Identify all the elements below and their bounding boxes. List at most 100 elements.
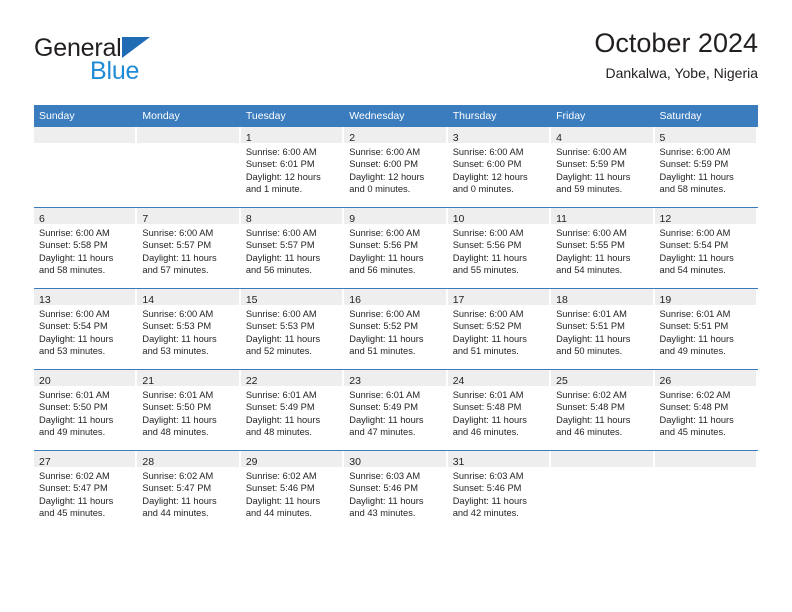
- calendar-day-cell[interactable]: 18 Sunrise: 6:01 AM Sunset: 5:51 PM Dayligh…: [551, 288, 655, 370]
- calendar-day-cell[interactable]: 31 Sunrise: 6:03 AM Sunset: 5:46 PM Dayligh…: [447, 450, 552, 531]
- calendar-day-cell[interactable]: 12 Sunrise: 6:00 AM Sunset: 5:54 PM Dayligh…: [654, 207, 758, 289]
- calendar-day-cell[interactable]: 4 Sunrise: 6:00 AM Sunset: 5:59 PM Daylight…: [551, 127, 654, 208]
- day-detail-text: Sunrise: 6:00 AM Sunset: 5:57 PM Daylight:…: [241, 224, 344, 277]
- day-detail-line: and 54 minutes.: [659, 265, 726, 276]
- calendar-day-cell[interactable]: 20 Sunrise: 6:01 AM Sunset: 5:50 PM Dayligh…: [34, 369, 138, 451]
- day-number: 12: [659, 213, 672, 225]
- day-number: 24: [452, 375, 465, 387]
- day-detail-line: and 45 minutes.: [659, 427, 726, 438]
- weekday-header-row: Sunday Monday Tuesday Wednesday Thursday Frid…: [34, 105, 758, 127]
- calendar-day-cell[interactable]: 26 Sunrise: 6:02 AM Sunset: 5:48 PM Dayligh…: [654, 369, 758, 451]
- calendar-day-cell[interactable]: 19 Sunrise: 6:01 AM Sunset: 5:51 PM Dayligh…: [654, 288, 758, 370]
- calendar-day-cell[interactable]: 27 Sunrise: 6:02 AM Sunset: 5:47 PM Dayligh…: [34, 450, 138, 531]
- day-detail-line: Sunset: 5:50 PM: [142, 402, 212, 413]
- calendar-day-cell[interactable]: 15 Sunrise: 6:00 AM Sunset: 5:53 PM Dayligh…: [240, 288, 345, 370]
- day-cell-inner: 10 Sunrise: 6:00 AM Sunset: 5:56 PM Dayligh…: [447, 208, 551, 288]
- calendar-day-cell[interactable]: 10 Sunrise: 6:00 AM Sunset: 5:56 PM Dayligh…: [447, 207, 552, 289]
- calendar-day-cell[interactable]: 9 Sunrise: 6:00 AM Sunset: 5:56 PM Daylight…: [344, 207, 448, 289]
- calendar-day-cell[interactable]: 3 Sunrise: 6:00 AM Sunset: 6:00 PM Daylight…: [447, 127, 551, 208]
- calendar-day-cell[interactable]: 17 Sunrise: 6:00 AM Sunset: 5:52 PM Dayligh…: [447, 288, 552, 370]
- day-detail-line: Sunrise: 6:01 AM: [659, 309, 731, 319]
- calendar-day-cell[interactable]: 13 Sunrise: 6:00 AM Sunset: 5:54 PM Dayligh…: [34, 288, 138, 370]
- day-detail-line: Sunrise: 6:02 AM: [245, 471, 317, 481]
- calendar-day-cell[interactable]: 30 Sunrise: 6:03 AM Sunset: 5:46 PM Dayligh…: [344, 450, 448, 531]
- day-detail-line: Sunset: 5:56 PM: [452, 240, 522, 251]
- day-detail-text: Sunrise: 6:01 AM Sunset: 5:51 PM Daylight:…: [655, 305, 758, 358]
- day-detail-line: Daylight: 11 hours: [452, 333, 527, 344]
- calendar-day-cell[interactable]: 2 Sunrise: 6:00 AM Sunset: 6:00 PM Daylight…: [344, 127, 447, 208]
- day-detail-text: Sunrise: 6:00 AM Sunset: 6:00 PM Daylight:…: [344, 143, 447, 196]
- day-detail-line: Daylight: 11 hours: [349, 495, 424, 506]
- title-block: October 2024 Dankalwa, Yobe, Nigeria: [594, 26, 758, 83]
- day-detail-line: Sunrise: 6:00 AM: [245, 228, 317, 238]
- calendar-day-cell[interactable]: 16 Sunrise: 6:00 AM Sunset: 5:52 PM Dayligh…: [344, 288, 448, 370]
- calendar-day-cell[interactable]: 21 Sunrise: 6:01 AM Sunset: 5:50 PM Dayligh…: [137, 369, 241, 451]
- calendar-day-cell[interactable]: 1 Sunrise: 6:00 AM Sunset: 6:01 PM Daylight…: [240, 127, 344, 208]
- calendar-day-cell[interactable]: 23 Sunrise: 6:01 AM Sunset: 5:49 PM Dayligh…: [344, 369, 448, 451]
- day-detail-line: Sunrise: 6:00 AM: [452, 309, 524, 319]
- day-cell-inner: 20 Sunrise: 6:01 AM Sunset: 5:50 PM Dayligh…: [34, 370, 137, 450]
- day-detail-line: Sunset: 5:48 PM: [452, 402, 522, 413]
- day-detail-text: Sunrise: 6:01 AM Sunset: 5:49 PM Daylight:…: [241, 386, 344, 439]
- day-detail-text: Sunrise: 6:02 AM Sunset: 5:48 PM Daylight:…: [655, 386, 758, 439]
- calendar-day-cell[interactable]: 8 Sunrise: 6:00 AM Sunset: 5:57 PM Daylight…: [240, 207, 345, 289]
- day-detail-line: Sunset: 5:48 PM: [556, 402, 625, 413]
- calendar-day-cell[interactable]: 11 Sunrise: 6:00 AM Sunset: 5:55 PM Dayligh…: [551, 207, 655, 289]
- day-detail-line: Sunset: 5:52 PM: [452, 321, 522, 332]
- weekday-header-friday: Friday: [551, 105, 655, 127]
- day-number: 11: [556, 213, 568, 225]
- day-detail-line: Sunrise: 6:02 AM: [39, 471, 110, 481]
- day-cell-inner: 8 Sunrise: 6:00 AM Sunset: 5:57 PM Daylight…: [240, 208, 344, 288]
- day-detail-line: Sunrise: 6:01 AM: [556, 309, 627, 319]
- day-detail-line: and 44 minutes.: [142, 508, 209, 519]
- weekday-header-tuesday: Tuesday: [240, 105, 345, 127]
- day-number-strip: 19: [654, 289, 756, 306]
- calendar-day-cell[interactable]: 6 Sunrise: 6:00 AM Sunset: 5:58 PM Daylight…: [34, 207, 138, 289]
- day-detail-line: Sunset: 5:54 PM: [659, 240, 729, 251]
- day-number-strip: 22: [240, 370, 343, 387]
- day-cell-inner: [654, 451, 758, 531]
- day-detail-line: Daylight: 11 hours: [39, 414, 114, 425]
- day-detail-line: and 58 minutes.: [39, 265, 106, 276]
- calendar-day-cell[interactable]: 22 Sunrise: 6:01 AM Sunset: 5:49 PM Dayligh…: [240, 369, 345, 451]
- day-detail-line: Sunset: 5:46 PM: [452, 483, 522, 494]
- day-number-strip: 21: [137, 370, 239, 387]
- calendar-day-cell[interactable]: 28 Sunrise: 6:02 AM Sunset: 5:47 PM Dayligh…: [137, 450, 241, 531]
- day-number-strip: 12: [654, 208, 756, 225]
- day-detail-line: Sunset: 5:47 PM: [39, 483, 108, 494]
- calendar-week-row: 20 Sunrise: 6:01 AM Sunset: 5:50 PM Dayligh…: [34, 369, 758, 451]
- calendar-day-cell-empty: [551, 450, 655, 531]
- day-detail-line: Daylight: 11 hours: [245, 495, 321, 506]
- calendar-day-cell[interactable]: 29 Sunrise: 6:02 AM Sunset: 5:46 PM Dayligh…: [240, 450, 345, 531]
- day-number-strip: 3: [447, 127, 550, 144]
- day-cell-inner: 6 Sunrise: 6:00 AM Sunset: 5:58 PM Daylight…: [34, 208, 137, 288]
- day-number-strip: 14: [137, 289, 239, 306]
- day-detail-line: Daylight: 11 hours: [556, 333, 631, 344]
- day-detail-text: Sunrise: 6:00 AM Sunset: 5:56 PM Daylight:…: [344, 224, 447, 277]
- calendar-day-cell[interactable]: 7 Sunrise: 6:00 AM Sunset: 5:57 PM Daylight…: [137, 207, 241, 289]
- day-detail-text: Sunrise: 6:02 AM Sunset: 5:47 PM Daylight:…: [137, 467, 240, 520]
- day-number: 28: [142, 456, 155, 468]
- day-detail-line: Sunrise: 6:00 AM: [142, 228, 214, 238]
- day-detail-line: Sunset: 5:46 PM: [245, 483, 315, 494]
- day-cell-inner: 17 Sunrise: 6:00 AM Sunset: 5:52 PM Dayligh…: [447, 289, 551, 369]
- day-detail-line: and 48 minutes.: [142, 427, 209, 438]
- weekday-header-monday: Monday: [137, 105, 241, 127]
- day-detail-line: and 1 minute.: [245, 184, 303, 195]
- day-detail-text: Sunrise: 6:03 AM Sunset: 5:46 PM Daylight:…: [344, 467, 447, 520]
- day-detail-line: and 43 minutes.: [349, 508, 416, 519]
- day-detail-text: Sunrise: 6:00 AM Sunset: 5:56 PM Daylight:…: [448, 224, 551, 277]
- calendar-day-cell[interactable]: 25 Sunrise: 6:02 AM Sunset: 5:48 PM Dayligh…: [551, 369, 655, 451]
- calendar-day-cell[interactable]: 14 Sunrise: 6:00 AM Sunset: 5:53 PM Dayligh…: [137, 288, 241, 370]
- calendar-day-cell[interactable]: 24 Sunrise: 6:01 AM Sunset: 5:48 PM Dayligh…: [447, 369, 552, 451]
- day-number-strip: 15: [240, 289, 343, 306]
- day-detail-line: and 57 minutes.: [142, 265, 209, 276]
- day-detail-line: Sunrise: 6:01 AM: [452, 390, 524, 400]
- calendar-day-cell[interactable]: 5 Sunrise: 6:00 AM Sunset: 5:59 PM Daylight…: [654, 127, 758, 208]
- day-detail-line: and 0 minutes.: [452, 184, 514, 195]
- day-detail-line: Sunrise: 6:01 AM: [142, 390, 214, 400]
- day-number-strip: [551, 451, 653, 467]
- day-detail-line: and 56 minutes.: [245, 265, 312, 276]
- day-detail-line: Sunset: 5:56 PM: [349, 240, 418, 251]
- day-cell-inner: 28 Sunrise: 6:02 AM Sunset: 5:47 PM Dayligh…: [137, 451, 240, 531]
